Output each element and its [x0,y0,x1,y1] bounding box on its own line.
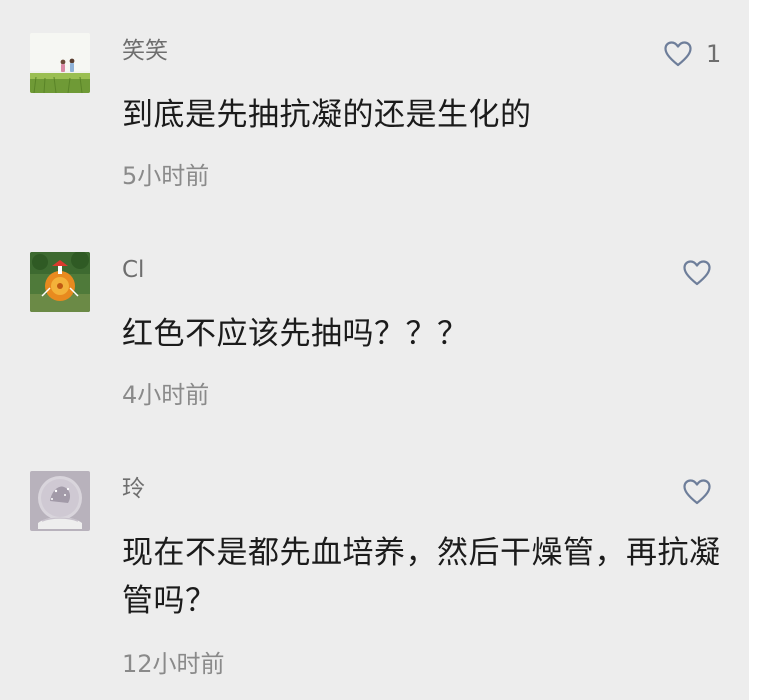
user-avatar[interactable] [30,33,90,93]
heart-icon [683,479,711,505]
timestamp: 5小时前 [122,162,210,190]
timestamp: 4小时前 [122,381,210,409]
outdoor-toy-avatar-icon [30,252,90,312]
comment-text: 红色不应该先抽吗？？？ [122,316,469,352]
user-avatar[interactable] [30,252,90,312]
comment-text: 到底是先抽抗凝的还是生化的 [122,97,532,133]
comments-panel: 笑笑 到底是先抽抗凝的还是生化的 5小时前 1 Cl 红色不应该先抽吗？？？ 4… [0,0,749,700]
heart-icon [683,260,711,286]
timestamp: 12小时前 [122,650,225,678]
field-kids-avatar-icon [30,33,90,93]
like-button[interactable] [683,477,725,507]
comment-text: 现在不是都先血培养，然后干燥管，再抗凝管吗？ [122,535,721,619]
snow-globe-avatar-icon [30,471,90,531]
like-button[interactable]: 1 [664,39,721,69]
username[interactable]: 玲 [122,475,145,503]
user-avatar[interactable] [30,471,90,531]
username[interactable]: 笑笑 [122,37,168,65]
like-count: 1 [706,40,722,68]
heart-icon [664,41,692,67]
username[interactable]: Cl [122,256,144,284]
like-button[interactable] [683,258,725,288]
